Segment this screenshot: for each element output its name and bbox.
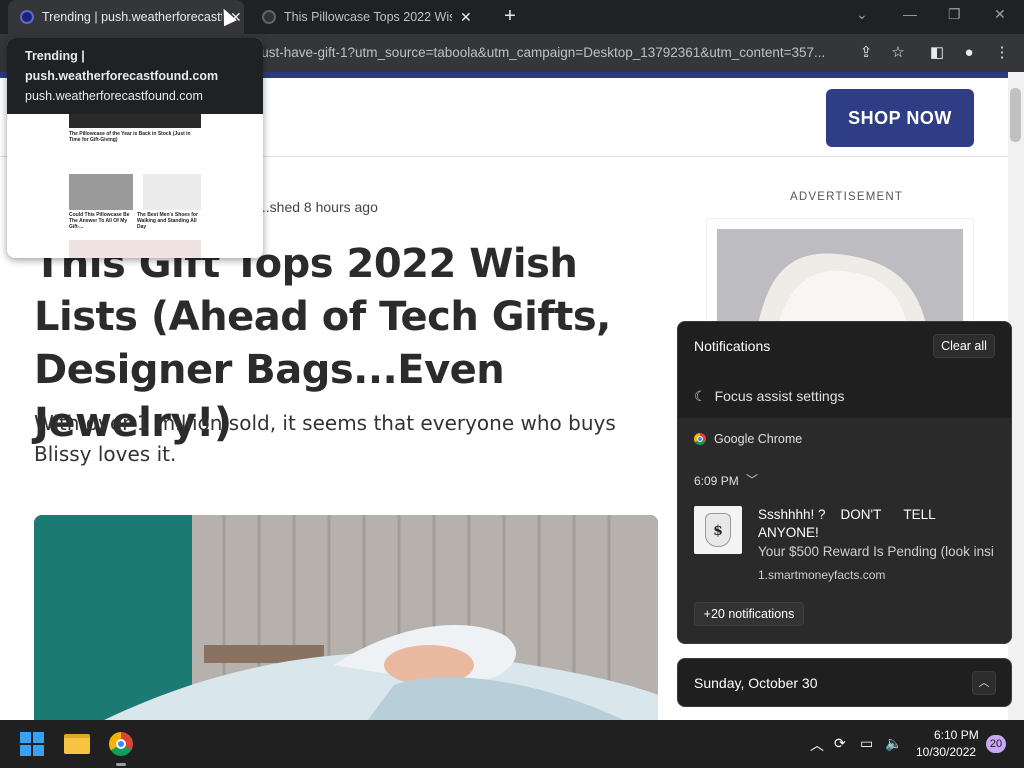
published-time: ...shed 8 hours ago bbox=[258, 199, 378, 215]
chevron-up-icon[interactable]: ︿ bbox=[972, 671, 996, 695]
taskbar-time[interactable]: 6:10 PM bbox=[934, 728, 979, 742]
hover-card-title: Trending | push.weatherforecastfound.com bbox=[25, 49, 219, 83]
taskbar: ︿ ⟳ ▭ 🔈 6:10 PM 10/30/2022 20 bbox=[0, 720, 1024, 768]
money-bag-icon: $ bbox=[694, 506, 742, 554]
notification-center: Notifications Clear all ☾ Focus assist s… bbox=[677, 321, 1012, 644]
hero-image bbox=[34, 515, 658, 720]
chrome-notification-group: Google Chrome 6:09 PM ﹀ $ Ssshhhh! ? DON… bbox=[678, 418, 1011, 643]
chrome-taskbar-icon[interactable] bbox=[109, 732, 133, 756]
close-tab-icon[interactable]: ✕ bbox=[460, 9, 472, 26]
share-icon[interactable]: ⇪ bbox=[856, 43, 876, 63]
preview-image bbox=[69, 174, 133, 210]
preview-text: The Pillowcase of the Year is Back in St… bbox=[69, 131, 191, 143]
new-tab-button[interactable]: + bbox=[500, 6, 520, 26]
site-favicon-icon bbox=[262, 10, 276, 24]
calendar-panel: Sunday, October 30 ︿ bbox=[677, 658, 1012, 707]
shop-now-button[interactable]: SHOP NOW bbox=[826, 89, 974, 147]
bookmark-star-icon[interactable]: ☆ bbox=[888, 43, 908, 63]
running-indicator bbox=[116, 763, 126, 766]
tab-hover-card: Trending | push.weatherforecastfound.com… bbox=[7, 38, 263, 258]
preview-image bbox=[69, 114, 201, 128]
notification-time: 6:09 PM bbox=[694, 474, 739, 488]
notification-app-header: Google Chrome bbox=[694, 432, 802, 446]
notification-source: 1.smartmoneyfacts.com bbox=[758, 568, 886, 582]
notification-count-badge[interactable]: 20 bbox=[986, 735, 1006, 753]
chevron-down-icon[interactable]: ﹀ bbox=[746, 471, 758, 488]
show-hidden-icons-icon[interactable]: ︿ bbox=[810, 735, 824, 755]
hover-card-domain: push.weatherforecastfound.com bbox=[25, 89, 203, 103]
tab-pillowcase[interactable]: This Pillowcase Tops 2022 Wish Lists ✕ bbox=[252, 0, 490, 34]
profile-icon[interactable]: ● bbox=[959, 43, 979, 63]
network-icon[interactable]: ▭ bbox=[860, 735, 873, 752]
start-windows-icon[interactable] bbox=[20, 732, 44, 756]
app-name: Google Chrome bbox=[714, 432, 803, 446]
minimize-icon[interactable]: — bbox=[903, 6, 917, 22]
scrollbar-thumb[interactable] bbox=[1010, 88, 1021, 142]
tab-preview-thumbnail: The Pillowcase of the Year is Back in St… bbox=[67, 114, 203, 258]
moon-icon: ☾ bbox=[694, 387, 707, 404]
advertisement-label: ADVERTISEMENT bbox=[790, 191, 904, 203]
sync-icon[interactable]: ⟳ bbox=[834, 735, 846, 752]
preview-text: The Best Men's Shoes for Walking and Sta… bbox=[137, 212, 198, 230]
restore-icon[interactable]: ❐ bbox=[948, 6, 961, 23]
close-window-icon[interactable]: ✕ bbox=[994, 6, 1006, 23]
preview-image bbox=[69, 240, 201, 258]
preview-image bbox=[143, 174, 201, 210]
chrome-icon bbox=[694, 433, 706, 445]
menu-icon[interactable]: ⋮ bbox=[992, 43, 1012, 63]
ad-image[interactable] bbox=[717, 229, 963, 329]
notification-body[interactable]: Your $500 Reward Is Pending (look insi bbox=[758, 544, 998, 559]
calendar-date: Sunday, October 30 bbox=[694, 675, 818, 691]
tab-title: Trending | push.weatherforecastfound.com bbox=[42, 10, 222, 24]
tab-title: This Pillowcase Tops 2022 Wish Lists bbox=[284, 10, 452, 24]
focus-assist-settings-link[interactable]: ☾ Focus assist settings bbox=[678, 374, 1011, 418]
hover-card-header: Trending | push.weatherforecastfound.com… bbox=[7, 38, 263, 114]
article-subhead: With over 1 million sold, it seems that … bbox=[34, 411, 616, 466]
taskbar-date[interactable]: 10/30/2022 bbox=[916, 745, 976, 759]
notifications-heading: Notifications bbox=[694, 338, 771, 354]
tab-trending[interactable]: Trending | push.weatherforecastfound.com… bbox=[8, 0, 244, 34]
focus-assist-label: Focus assist settings bbox=[714, 388, 845, 404]
volume-icon[interactable]: 🔈 bbox=[885, 735, 902, 752]
clear-all-button[interactable]: Clear all bbox=[933, 334, 995, 358]
preview-text: Could This Pillowcase Be The Answer To A… bbox=[69, 212, 130, 230]
tab-search-icon[interactable]: ⌄ bbox=[856, 6, 868, 23]
site-favicon-icon bbox=[20, 10, 34, 24]
address-bar[interactable]: ...ust-have-gift-1?utm_source=taboola&ut… bbox=[250, 40, 850, 66]
more-notifications-button[interactable]: +20 notifications bbox=[694, 602, 804, 626]
notification-title[interactable]: Ssshhhh! ? DON'T TELL ANYONE! bbox=[758, 506, 998, 542]
tab-strip: Trending | push.weatherforecastfound.com… bbox=[0, 0, 1024, 34]
side-panel-icon[interactable]: ◧ bbox=[927, 43, 947, 63]
file-explorer-icon[interactable] bbox=[64, 734, 90, 754]
